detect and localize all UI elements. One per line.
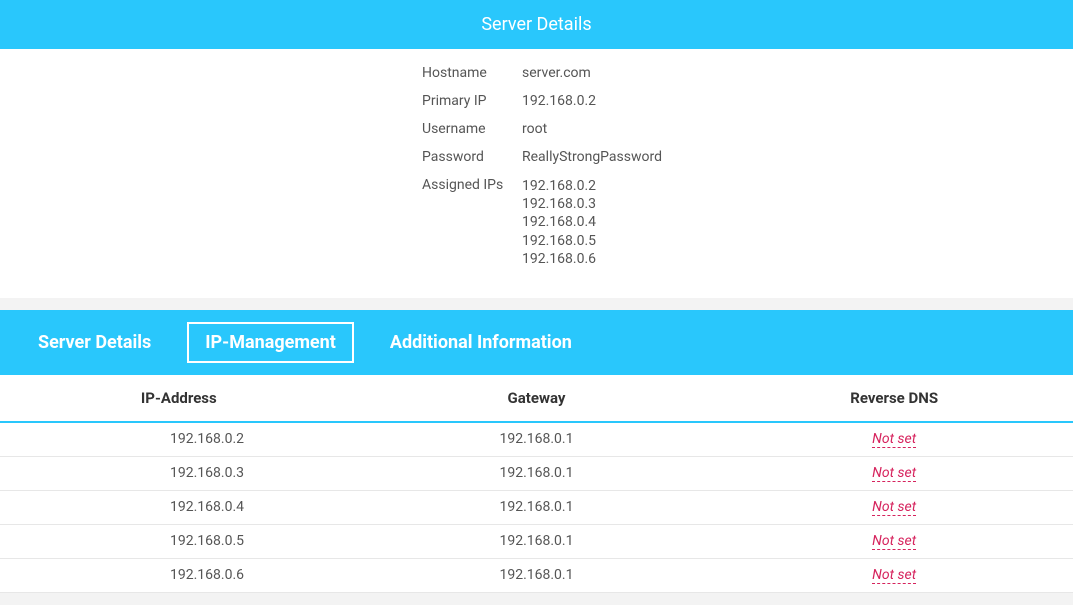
tab-bar: Server Details IP-Management Additional … [0,310,1073,375]
primary-ip-label: Primary IP [422,87,522,115]
detail-row-assigned-ips: Assigned IPs 192.168.0.2 192.168.0.3 192… [422,171,662,274]
cell-ip: 192.168.0.2 [0,422,358,457]
cell-gateway: 192.168.0.1 [358,422,716,457]
header-ip: IP-Address [0,375,358,422]
server-details-panel: Server Details Hostname server.com Prima… [0,0,1073,286]
cell-gateway: 192.168.0.1 [358,456,716,490]
details-table: Hostname server.com Primary IP 192.168.0… [422,59,662,274]
cell-ip: 192.168.0.6 [0,558,358,592]
bottom-spacer [0,593,1073,605]
password-value: ReallyStrongPassword [522,143,662,171]
panel-title: Server Details [0,0,1073,49]
table-row: 192.168.0.2 192.168.0.1 Not set [0,422,1073,457]
assigned-ip: 192.168.0.5 [522,232,662,250]
detail-row-username: Username root [422,115,662,143]
cell-gateway: 192.168.0.1 [358,490,716,524]
cell-ip: 192.168.0.4 [0,490,358,524]
cell-gateway: 192.168.0.1 [358,558,716,592]
table-row: 192.168.0.5 192.168.0.1 Not set [0,524,1073,558]
rdns-link[interactable]: Not set [872,431,916,448]
password-label: Password [422,143,522,171]
assigned-ip: 192.168.0.2 [522,177,662,195]
tab-additional-info[interactable]: Additional Information [372,322,590,363]
details-body: Hostname server.com Primary IP 192.168.0… [0,49,1073,286]
detail-row-primary-ip: Primary IP 192.168.0.2 [422,87,662,115]
table-row: 192.168.0.4 192.168.0.1 Not set [0,490,1073,524]
assigned-ips-label: Assigned IPs [422,171,522,274]
username-value: root [522,115,662,143]
primary-ip-value: 192.168.0.2 [522,87,662,115]
tab-ip-management[interactable]: IP-Management [187,322,354,363]
hostname-value: server.com [522,59,662,87]
rdns-link[interactable]: Not set [872,499,916,516]
assigned-ip: 192.168.0.6 [522,250,662,268]
detail-row-password: Password ReallyStrongPassword [422,143,662,171]
username-label: Username [422,115,522,143]
table-row: 192.168.0.3 192.168.0.1 Not set [0,456,1073,490]
cell-ip: 192.168.0.5 [0,524,358,558]
rdns-link[interactable]: Not set [872,465,916,482]
header-rdns: Reverse DNS [715,375,1073,422]
assigned-ip: 192.168.0.4 [522,213,662,231]
cell-ip: 192.168.0.3 [0,456,358,490]
cell-gateway: 192.168.0.1 [358,524,716,558]
hostname-label: Hostname [422,59,522,87]
detail-row-hostname: Hostname server.com [422,59,662,87]
tab-server-details[interactable]: Server Details [20,322,169,363]
ip-table-header-row: IP-Address Gateway Reverse DNS [0,375,1073,422]
header-gateway: Gateway [358,375,716,422]
rdns-link[interactable]: Not set [872,567,916,584]
rdns-link[interactable]: Not set [872,533,916,550]
ip-table: IP-Address Gateway Reverse DNS 192.168.0… [0,375,1073,593]
table-row: 192.168.0.6 192.168.0.1 Not set [0,558,1073,592]
assigned-ip: 192.168.0.3 [522,195,662,213]
assigned-ips-value: 192.168.0.2 192.168.0.3 192.168.0.4 192.… [522,171,662,274]
section-spacer [0,298,1073,310]
